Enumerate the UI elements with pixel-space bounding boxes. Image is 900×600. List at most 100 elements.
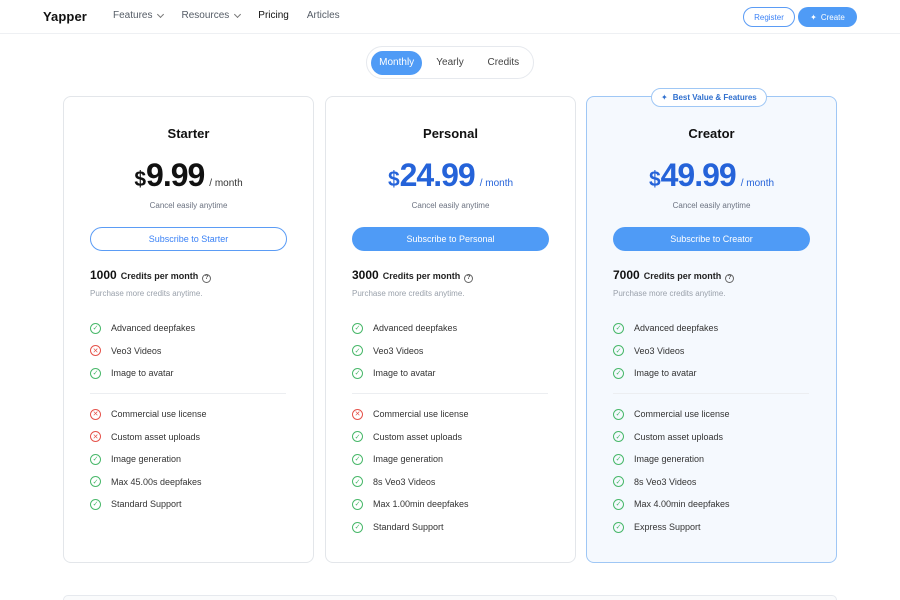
feature-label: Standard Support xyxy=(373,522,444,533)
sparkle-icon: ✦ xyxy=(661,93,668,102)
check-circle-icon: ✓ xyxy=(352,453,363,465)
check-circle-icon: ✓ xyxy=(613,322,624,334)
feature-label: 8s Veo3 Videos xyxy=(634,476,697,487)
bottom-section xyxy=(63,595,837,600)
cancel-note: Cancel easily anytime xyxy=(411,201,490,210)
x-circle-icon: ✕ xyxy=(90,431,101,443)
help-icon[interactable]: ? xyxy=(725,274,735,283)
price-row: $9.99 / month xyxy=(64,157,313,194)
nav-resources-label: Resources xyxy=(181,10,230,21)
sparkle-icon: ✦ xyxy=(810,12,817,22)
chevron-down-icon xyxy=(234,10,242,18)
credits-amount: 7000 xyxy=(613,268,640,282)
feature-label: Max 45.00s deepfakes xyxy=(111,476,202,487)
credits-per-month: 7000 Credits per month ? xyxy=(613,268,735,283)
check-circle-icon: ✓ xyxy=(90,453,101,465)
nav-links: Features Resources Pricing Articles xyxy=(113,10,358,21)
feature-item: ✕ Commercial use license xyxy=(352,403,552,426)
feature-item: ✕ Custom asset uploads xyxy=(90,425,290,448)
billing-toggle: Monthly Yearly Credits xyxy=(366,46,534,79)
plan-name: Creator xyxy=(688,126,735,141)
feature-item: ✓ 8s Veo3 Videos xyxy=(352,471,552,494)
purchase-note: Purchase more credits anytime. xyxy=(352,289,465,298)
feature-item: ✓ Image to avatar xyxy=(613,362,813,385)
feature-item: ✓ Max 4.00min deepfakes xyxy=(613,493,813,516)
feature-label: Custom asset uploads xyxy=(373,431,463,442)
credits-amount: 1000 xyxy=(90,268,117,282)
price: $9.99 xyxy=(134,157,205,194)
toggle-yearly[interactable]: Yearly xyxy=(422,51,477,75)
credits-label: Credits per month xyxy=(120,271,199,281)
toggle-monthly[interactable]: Monthly xyxy=(371,50,423,75)
x-circle-icon: ✕ xyxy=(352,408,363,420)
price-currency: $ xyxy=(648,168,661,191)
plan-card-creator: ✦ Best Value & Features Creator $49.99 / … xyxy=(586,88,837,563)
price-amount: 49.99 xyxy=(660,157,737,193)
credits-label: Credits per month xyxy=(643,271,722,281)
feature-label: Image to avatar xyxy=(111,368,174,379)
feature-label: Custom asset uploads xyxy=(111,431,201,442)
check-circle-icon: ✓ xyxy=(613,345,624,357)
feature-divider xyxy=(613,392,809,394)
check-circle-icon: ✓ xyxy=(613,367,624,379)
logo[interactable]: Yapper xyxy=(43,9,87,24)
create-button[interactable]: ✦ Create xyxy=(798,7,857,27)
price-row: $24.99 / month xyxy=(326,157,575,194)
plan-name: Starter xyxy=(167,126,210,141)
check-circle-icon: ✓ xyxy=(352,367,363,379)
price: $49.99 xyxy=(648,157,737,194)
x-circle-icon: ✕ xyxy=(90,345,101,357)
feature-label: Image generation xyxy=(111,454,182,465)
cancel-note: Cancel easily anytime xyxy=(672,201,751,210)
nav-pricing-label: Pricing xyxy=(258,10,289,21)
chevron-down-icon xyxy=(157,10,165,18)
create-button-label: Create xyxy=(820,12,845,22)
feature-label: Commercial use license xyxy=(373,409,469,420)
register-button[interactable]: Register xyxy=(743,7,795,27)
nav-articles[interactable]: Articles xyxy=(307,10,340,21)
check-circle-icon: ✓ xyxy=(613,453,624,465)
feature-list: ✓ Advanced deepfakes ✓ Veo3 Videos ✓ Ima… xyxy=(352,317,552,538)
check-circle-icon: ✓ xyxy=(90,476,101,488)
subscribe-button[interactable]: Subscribe to Personal xyxy=(352,227,549,251)
feature-item: ✓ Custom asset uploads xyxy=(352,425,552,448)
feature-item: ✓ Commercial use license xyxy=(613,403,813,426)
feature-label: Image generation xyxy=(373,454,444,465)
feature-label: Image to avatar xyxy=(634,368,697,379)
purchase-note: Purchase more credits anytime. xyxy=(613,289,726,298)
feature-item: ✓ Max 45.00s deepfakes xyxy=(90,471,290,494)
feature-item: ✓ Image to avatar xyxy=(90,362,290,385)
check-circle-icon: ✓ xyxy=(90,367,101,379)
subscribe-button[interactable]: Subscribe to Starter xyxy=(90,227,287,251)
feature-item: ✓ Image generation xyxy=(90,448,290,471)
nav-pricing[interactable]: Pricing xyxy=(258,10,289,21)
feature-item: ✓ Veo3 Videos xyxy=(613,340,813,363)
feature-item: ✓ Express Support xyxy=(613,516,813,539)
toggle-credits[interactable]: Credits xyxy=(478,51,529,75)
plan-card-personal: Personal $24.99 / month Cancel easily an… xyxy=(325,96,576,563)
feature-item: ✓ Image to avatar xyxy=(352,362,552,385)
check-circle-icon: ✓ xyxy=(613,408,624,420)
nav-articles-label: Articles xyxy=(306,10,340,21)
feature-label: Max 1.00min deepfakes xyxy=(373,499,469,510)
feature-label: Commercial use license xyxy=(111,409,207,420)
best-value-badge: ✦ Best Value & Features xyxy=(651,88,767,107)
feature-divider xyxy=(90,392,286,394)
help-icon[interactable]: ? xyxy=(464,274,474,283)
subscribe-button[interactable]: Subscribe to Creator xyxy=(613,227,810,251)
nav-features[interactable]: Features xyxy=(113,10,165,21)
purchase-note: Purchase more credits anytime. xyxy=(90,289,203,298)
feature-item: ✓ Max 1.00min deepfakes xyxy=(352,493,552,516)
feature-item: ✓ Advanced deepfakes xyxy=(352,317,552,340)
help-icon[interactable]: ? xyxy=(202,274,212,283)
price-row: $49.99 / month xyxy=(587,157,836,194)
feature-label: Veo3 Videos xyxy=(111,345,162,356)
check-circle-icon: ✓ xyxy=(90,322,101,334)
feature-item: ✕ Veo3 Videos xyxy=(90,340,290,363)
plan-name: Personal xyxy=(423,126,478,141)
nav-resources[interactable]: Resources xyxy=(181,10,242,21)
feature-label: Advanced deepfakes xyxy=(373,323,458,334)
check-circle-icon: ✓ xyxy=(613,431,624,443)
feature-label: Advanced deepfakes xyxy=(111,323,196,334)
feature-label: Veo3 Videos xyxy=(373,345,424,356)
